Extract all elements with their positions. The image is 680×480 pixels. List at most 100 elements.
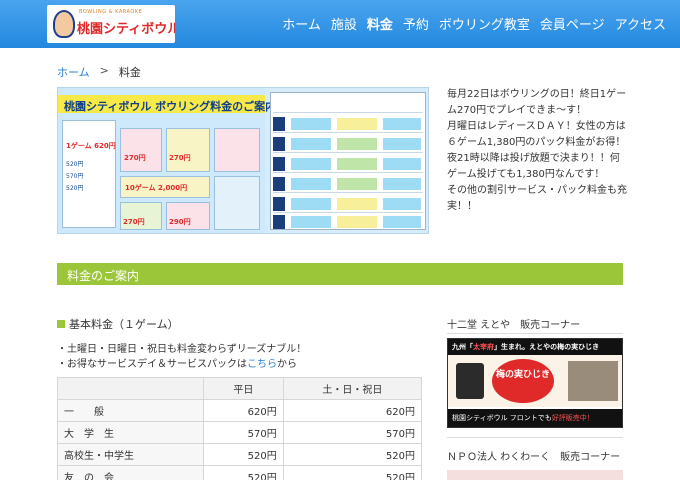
flyer-10game-price: 10ゲーム 2,000円 bbox=[125, 184, 188, 192]
calendar-cell bbox=[337, 138, 377, 150]
calendar-cell bbox=[337, 178, 377, 190]
calendar-cell bbox=[337, 198, 377, 210]
etoya-banner-visual: 梅の実ひじき bbox=[448, 355, 622, 407]
basic-fare-heading: 基本料金（１ゲーム） bbox=[57, 316, 179, 332]
nav-pricing[interactable]: 料金 bbox=[367, 14, 393, 33]
sidebar-heading-etoya: 十二堂 えとや 販売コーナー bbox=[447, 320, 581, 331]
table-header-weekday: 平日 bbox=[203, 377, 284, 400]
etoya-banner-bottom: 桃園シティボウル フロントでも好評販売中！ bbox=[448, 409, 622, 427]
calendar-cell bbox=[291, 118, 331, 130]
weekend-price: 520円 bbox=[282, 465, 423, 480]
table-row: 高校生・中学生 520円 520円 bbox=[57, 443, 423, 466]
calendar-cell bbox=[337, 216, 377, 228]
nav-member-page[interactable]: 会員ページ bbox=[540, 14, 605, 33]
flyer-day-box bbox=[214, 128, 260, 172]
logo-subtitle: BOWLING & KARAOKE bbox=[79, 9, 143, 15]
promo-line: 夜21時以降は投げ放題で決まり！！何ゲーム投げても1,380円なんです！ bbox=[447, 153, 620, 180]
nav-bowling-class[interactable]: ボウリング教室 bbox=[439, 14, 530, 33]
basic-fare-table: 平日 土・日・祝日 一 般 620円 620円 大 学 生 570円 570円 … bbox=[57, 377, 423, 480]
table-header-blank bbox=[57, 377, 204, 400]
fare-note-prefix: ・お得なサービスデイ＆サービスパックは bbox=[57, 359, 247, 370]
calendar-cell bbox=[291, 178, 331, 190]
fare-note-weekend: ・土曜日・日曜日・祝日も料金変わらずリーズナブル！ bbox=[57, 344, 307, 355]
site-logo[interactable]: BOWLING & KARAOKE 桃園シティボウル bbox=[47, 5, 175, 43]
calendar-cell bbox=[383, 216, 421, 228]
weekday-price: 620円 bbox=[203, 399, 284, 422]
nav-reservation[interactable]: 予約 bbox=[403, 14, 429, 33]
service-link[interactable]: こちら bbox=[247, 359, 277, 370]
mascot-icon bbox=[53, 10, 75, 38]
calendar-day-marker bbox=[273, 197, 285, 211]
table-header-weekend: 土・日・祝日 bbox=[282, 377, 423, 400]
etoya-bottom-red: 好評販売中！ bbox=[551, 414, 594, 422]
flyer-service-box: 270円 bbox=[120, 128, 162, 172]
flyer-title: 桃園シティボウル ボウリング料金のご案内 bbox=[64, 100, 277, 113]
table-header-row: 平日 土・日・祝日 bbox=[57, 377, 423, 400]
pricing-flyer-image: 桃園シティボウル ボウリング料金のご案内 1ゲーム 620円 520円 570円… bbox=[57, 87, 429, 234]
site-header: BOWLING & KARAOKE 桃園シティボウル ホーム 施設 料金 予約 … bbox=[0, 0, 680, 48]
etoya-product-banner[interactable]: 九州「太宰府」生まれ。えとやの梅の実ひじき 梅の実ひじき 桃園シティボウル フロ… bbox=[447, 338, 623, 428]
calendar-day-marker bbox=[273, 177, 285, 191]
calendar-day-marker bbox=[273, 137, 285, 151]
calendar-cell bbox=[291, 216, 331, 228]
main-nav: ホーム 施設 料金 予約 ボウリング教室 会員ページ アクセス bbox=[282, 14, 666, 33]
weekday-price: 520円 bbox=[203, 465, 284, 480]
promo-line: その他の割引サービス・パック料金も充実！！ bbox=[447, 185, 627, 212]
flyer-basic-price-box: 1ゲーム 620円 520円 570円 520円 bbox=[62, 120, 116, 228]
calendar-cell bbox=[383, 178, 421, 190]
row-label: 大 学 生 bbox=[57, 421, 204, 444]
promo-line: 毎月22日はボウリングの日！終日1ゲーム270円でプレイできま〜す！ bbox=[447, 89, 627, 116]
flyer-price-line: 570円 bbox=[66, 173, 84, 180]
calendar-row bbox=[273, 213, 423, 231]
breadcrumb-separator: > bbox=[99, 64, 109, 77]
wakuwork-banner[interactable] bbox=[447, 470, 623, 480]
calendar-cell bbox=[291, 158, 331, 170]
weekday-price: 520円 bbox=[203, 443, 284, 466]
calendar-row bbox=[273, 175, 423, 193]
flyer-night-box: 270円 bbox=[120, 202, 162, 230]
calendar-row bbox=[273, 135, 423, 153]
calendar-cell bbox=[337, 158, 377, 170]
etoya-product-logo: 梅の実ひじき bbox=[492, 359, 554, 403]
table-row: 大 学 生 570円 570円 bbox=[57, 421, 423, 444]
flyer-left-panel: 桃園シティボウル ボウリング料金のご案内 1ゲーム 620円 520円 570円… bbox=[58, 88, 276, 233]
flyer-price-line: 520円 bbox=[66, 161, 84, 168]
etoya-bottom-prefix: 桃園シティボウル フロントでも bbox=[452, 414, 552, 422]
flyer-pack-box: 270円 bbox=[166, 128, 210, 172]
fare-note-suffix: から bbox=[277, 359, 297, 370]
calendar-cell bbox=[383, 158, 421, 170]
calendar-row bbox=[273, 195, 423, 213]
calendar-day-marker bbox=[273, 117, 285, 131]
divider bbox=[447, 437, 623, 438]
row-label: 友 の 会 bbox=[57, 465, 204, 480]
calendar-day-marker bbox=[273, 215, 285, 229]
square-bullet-icon bbox=[57, 320, 65, 328]
calendar-cell bbox=[383, 138, 421, 150]
calendar-cell bbox=[337, 118, 377, 130]
flyer-student-box: 290円 bbox=[166, 202, 210, 230]
nav-access[interactable]: アクセス bbox=[615, 14, 666, 33]
etoya-banner-top: 九州「太宰府」生まれ。えとやの梅の実ひじき bbox=[448, 339, 622, 355]
flyer-price-general: 1ゲーム 620円 bbox=[66, 142, 116, 150]
divider bbox=[447, 333, 623, 334]
nav-home[interactable]: ホーム bbox=[282, 14, 321, 33]
weekend-price: 520円 bbox=[282, 443, 423, 466]
etoya-top-suffix: 」生まれ。えとやの梅の実ひじき bbox=[494, 343, 600, 351]
fare-note-service: ・お得なサービスデイ＆サービスパックはこちらから bbox=[57, 355, 297, 370]
row-label: 高校生・中学生 bbox=[57, 443, 204, 466]
calendar-cell bbox=[291, 198, 331, 210]
flyer-club-box bbox=[214, 176, 260, 230]
section-heading-bar: 料金のご案内 bbox=[57, 263, 623, 285]
logo-title: 桃園シティボウル bbox=[77, 22, 175, 37]
etoya-top-red: 太宰府 bbox=[473, 343, 494, 351]
calendar-header-row bbox=[273, 95, 423, 113]
breadcrumb-home-link[interactable]: ホーム bbox=[57, 64, 90, 80]
nav-facility[interactable]: 施設 bbox=[331, 14, 357, 33]
flyer-price-line: 270円 bbox=[123, 218, 145, 226]
flyer-weekly-calendar bbox=[270, 92, 426, 230]
breadcrumb-current: 料金 bbox=[118, 66, 141, 79]
calendar-row bbox=[273, 115, 423, 133]
shop-photo bbox=[568, 361, 618, 401]
calendar-row bbox=[273, 155, 423, 173]
weekend-price: 620円 bbox=[282, 399, 423, 422]
